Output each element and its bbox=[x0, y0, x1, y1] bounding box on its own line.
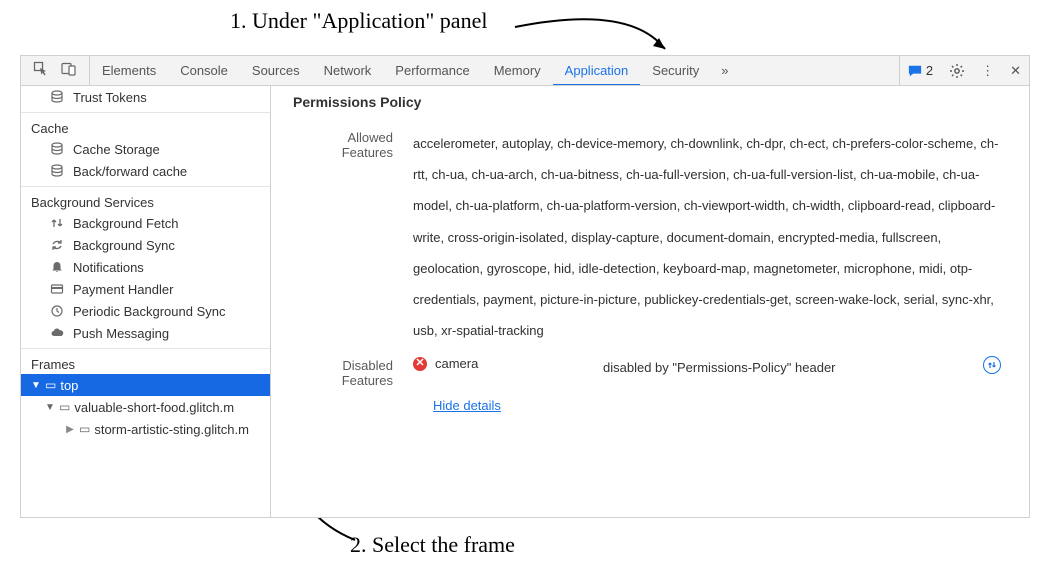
database-icon bbox=[49, 90, 65, 104]
database-icon bbox=[49, 142, 65, 156]
disclosure-triangle-right-icon[interactable]: ▶ bbox=[65, 424, 75, 435]
disabled-feature-name: camera bbox=[435, 356, 478, 371]
sidebar-item-payment[interactable]: Payment Handler bbox=[21, 278, 270, 300]
reveal-header-icon[interactable] bbox=[983, 356, 1001, 374]
instruction-step-1: 1. Under "Application" panel bbox=[230, 8, 487, 34]
sidebar-item-label: Back/forward cache bbox=[73, 164, 187, 179]
tab-performance[interactable]: Performance bbox=[383, 56, 481, 85]
sidebar-item-label: Notifications bbox=[73, 260, 144, 275]
clock-icon bbox=[49, 304, 65, 318]
sidebar-item-label: Periodic Background Sync bbox=[73, 304, 225, 319]
tab-sources[interactable]: Sources bbox=[240, 56, 312, 85]
sync-icon bbox=[49, 238, 65, 252]
tab-console[interactable]: Console bbox=[168, 56, 240, 85]
frame-tree-top[interactable]: ▼ ▭ top bbox=[21, 374, 270, 396]
device-toggle-icon[interactable] bbox=[55, 61, 83, 80]
application-sidebar: Trust Tokens Cache Cache Storage Back/fo… bbox=[21, 86, 271, 517]
transfer-icon bbox=[49, 216, 65, 230]
disabled-features-label: Disabled Features bbox=[293, 356, 413, 388]
frame-tree-child-2[interactable]: ▶ ▭ storm-artistic-sting.glitch.m bbox=[21, 418, 270, 440]
settings-gear-icon[interactable] bbox=[941, 56, 973, 85]
frame-label: valuable-short-food.glitch.m bbox=[74, 400, 234, 415]
frame-icon: ▭ bbox=[79, 422, 90, 436]
main-toolbar: Elements Console Sources Network Perform… bbox=[21, 56, 1029, 86]
allowed-features-label: Allowed Features bbox=[293, 128, 413, 160]
sidebar-item-label: Trust Tokens bbox=[73, 90, 147, 105]
sidebar-item-label: Background Sync bbox=[73, 238, 175, 253]
devtools-window: Elements Console Sources Network Perform… bbox=[20, 55, 1030, 518]
close-devtools-icon[interactable]: ✕ bbox=[1002, 56, 1029, 85]
bell-icon bbox=[49, 260, 65, 274]
panel-tabs: Elements Console Sources Network Perform… bbox=[90, 56, 899, 85]
tab-application[interactable]: Application bbox=[553, 56, 641, 85]
sidebar-item-cache-storage[interactable]: Cache Storage bbox=[21, 138, 270, 160]
inspect-element-icon[interactable] bbox=[27, 61, 55, 80]
sidebar-item-push[interactable]: Push Messaging bbox=[21, 322, 270, 344]
more-tabs-icon[interactable]: » bbox=[711, 56, 738, 85]
frame-tree-child-1[interactable]: ▼ ▭ valuable-short-food.glitch.m bbox=[21, 396, 270, 418]
disabled-feature-item: ✕ camera bbox=[413, 356, 603, 371]
sidebar-item-notifications[interactable]: Notifications bbox=[21, 256, 270, 278]
issues-count: 2 bbox=[926, 63, 933, 78]
disclosure-triangle-down-icon[interactable]: ▼ bbox=[31, 380, 41, 391]
sidebar-item-label: Cache Storage bbox=[73, 142, 160, 157]
cloud-icon bbox=[49, 326, 65, 340]
sidebar-section-bg-services: Background Services bbox=[21, 187, 270, 212]
issues-counter[interactable]: 2 bbox=[900, 63, 941, 78]
tab-elements[interactable]: Elements bbox=[90, 56, 168, 85]
section-title: Permissions Policy bbox=[293, 94, 1007, 110]
hide-details-link[interactable]: Hide details bbox=[433, 398, 501, 413]
tab-memory[interactable]: Memory bbox=[482, 56, 553, 85]
frame-label: storm-artistic-sting.glitch.m bbox=[94, 422, 249, 437]
sidebar-item-trust-tokens[interactable]: Trust Tokens bbox=[21, 86, 270, 108]
window-icon: ▭ bbox=[45, 378, 56, 392]
sidebar-item-label: Background Fetch bbox=[73, 216, 179, 231]
database-icon bbox=[49, 164, 65, 178]
sidebar-item-bf-cache[interactable]: Back/forward cache bbox=[21, 160, 270, 182]
kebab-menu-icon[interactable]: ⋮ bbox=[973, 56, 1002, 85]
sidebar-item-periodic-sync[interactable]: Periodic Background Sync bbox=[21, 300, 270, 322]
allowed-features-list: accelerometer, autoplay, ch-device-memor… bbox=[413, 128, 1007, 346]
frame-icon: ▭ bbox=[59, 400, 70, 414]
sidebar-item-bg-fetch[interactable]: Background Fetch bbox=[21, 212, 270, 234]
sidebar-section-frames: Frames bbox=[21, 349, 270, 374]
sidebar-section-cache: Cache bbox=[21, 113, 270, 138]
sidebar-item-bg-sync[interactable]: Background Sync bbox=[21, 234, 270, 256]
main-content: Permissions Policy Allowed Features acce… bbox=[271, 86, 1029, 517]
credit-card-icon bbox=[49, 282, 65, 296]
sidebar-item-label: Push Messaging bbox=[73, 326, 169, 341]
tab-security[interactable]: Security bbox=[640, 56, 711, 85]
tab-network[interactable]: Network bbox=[312, 56, 384, 85]
disclosure-triangle-down-icon[interactable]: ▼ bbox=[45, 402, 55, 413]
disabled-feature-reason: disabled by "Permissions-Policy" header bbox=[603, 356, 983, 379]
sidebar-item-label: Payment Handler bbox=[73, 282, 173, 297]
frame-label: top bbox=[60, 378, 78, 393]
error-badge-icon: ✕ bbox=[413, 357, 427, 371]
